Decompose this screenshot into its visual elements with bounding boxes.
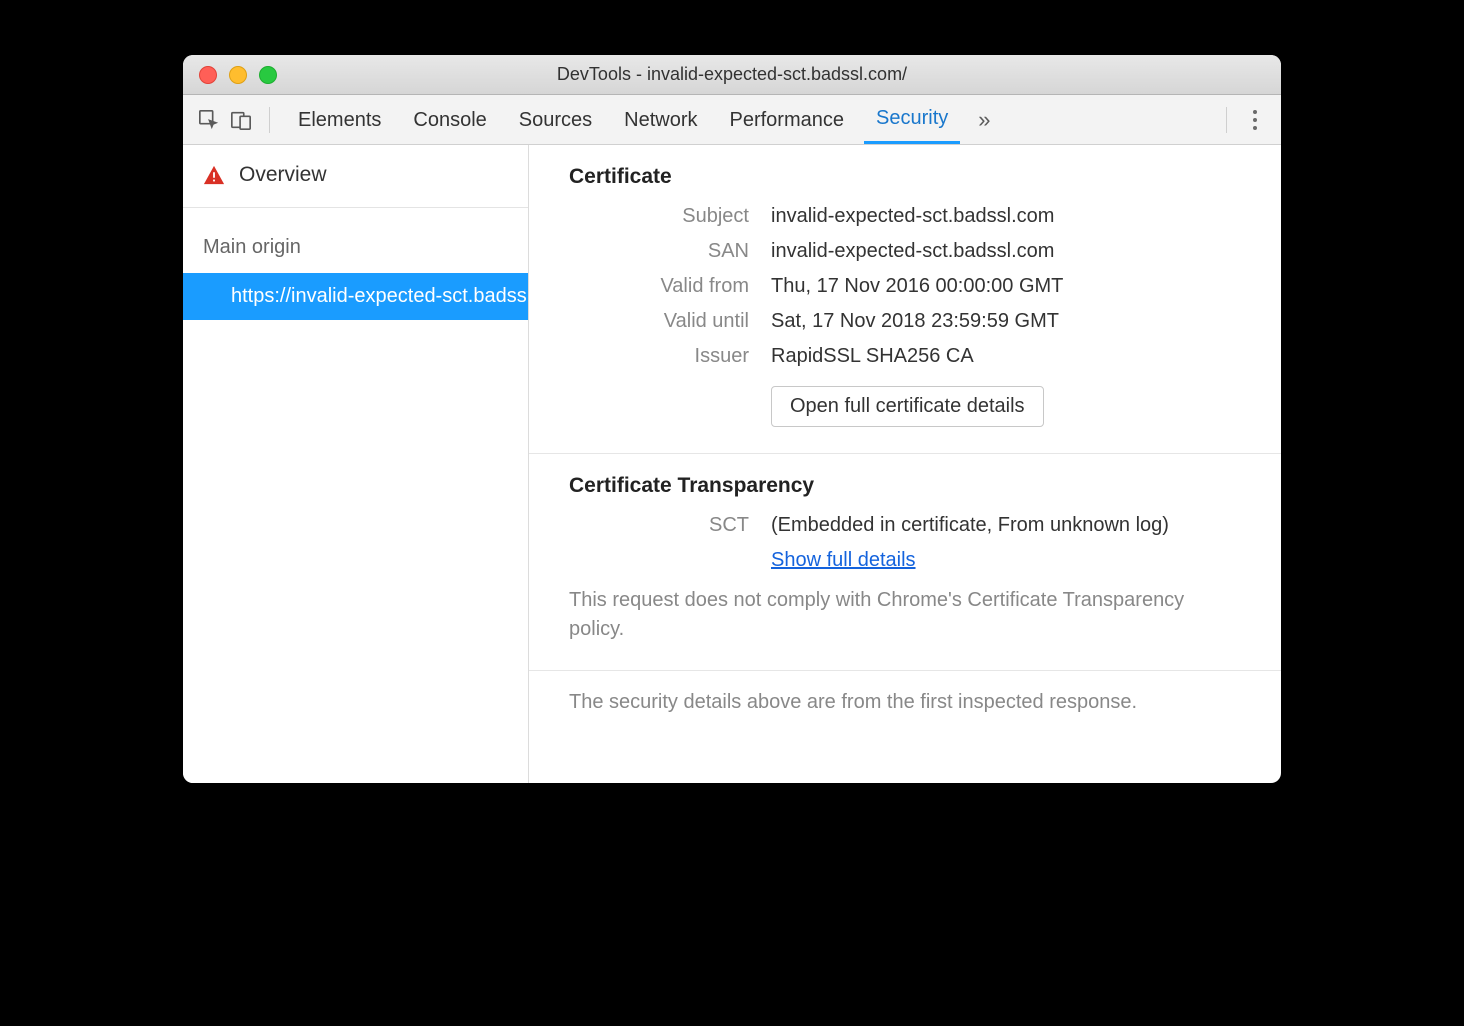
- issuer-label: Issuer: [569, 345, 749, 368]
- tab-sources[interactable]: Sources: [507, 96, 604, 144]
- sidebar-item-origin[interactable]: https://invalid-expected-sct.badssl.com: [183, 273, 528, 320]
- sidebar-section-label: Main origin: [183, 208, 528, 273]
- more-tabs-icon[interactable]: »: [968, 107, 1000, 133]
- minimize-icon[interactable]: [229, 66, 247, 84]
- sidebar: Overview Main origin https://invalid-exp…: [183, 145, 529, 783]
- san-value: invalid-expected-sct.badssl.com: [771, 240, 1241, 263]
- valid-until-value: Sat, 17 Nov 2018 23:59:59 GMT: [771, 310, 1241, 333]
- sct-label: SCT: [569, 514, 749, 537]
- sct-value: (Embedded in certificate, From unknown l…: [771, 514, 1241, 537]
- subject-label: Subject: [569, 205, 749, 228]
- ct-noncompliance-note: This request does not comply with Chrome…: [569, 586, 1241, 644]
- toolbar: Elements Console Sources Network Perform…: [183, 95, 1281, 145]
- close-icon[interactable]: [199, 66, 217, 84]
- menu-icon[interactable]: [1243, 110, 1267, 130]
- tab-performance[interactable]: Performance: [718, 96, 857, 144]
- inspect-icon[interactable]: [197, 108, 221, 132]
- panel-body: Overview Main origin https://invalid-exp…: [183, 145, 1281, 783]
- titlebar: DevTools - invalid-expected-sct.badssl.c…: [183, 55, 1281, 95]
- tab-console[interactable]: Console: [401, 96, 498, 144]
- certificate-section: Certificate Subject invalid-expected-sct.…: [529, 145, 1281, 454]
- valid-until-label: Valid until: [569, 310, 749, 333]
- tab-security[interactable]: Security: [864, 96, 960, 144]
- device-toggle-icon[interactable]: [229, 108, 253, 132]
- separator: [269, 107, 270, 133]
- valid-from-label: Valid from: [569, 275, 749, 298]
- subject-value: invalid-expected-sct.badssl.com: [771, 205, 1241, 228]
- issuer-value: RapidSSL SHA256 CA: [771, 345, 1241, 368]
- sidebar-item-overview[interactable]: Overview: [183, 145, 528, 208]
- ct-title: Certificate Transparency: [569, 474, 1241, 498]
- window-title: DevTools - invalid-expected-sct.badssl.c…: [183, 64, 1281, 85]
- warning-triangle-icon: [203, 164, 225, 186]
- certificate-title: Certificate: [569, 165, 1241, 189]
- main-panel: Certificate Subject invalid-expected-sct.…: [529, 145, 1281, 783]
- open-certificate-details-button[interactable]: Open full certificate details: [771, 386, 1044, 427]
- ct-section: Certificate Transparency SCT (Embedded in…: [529, 454, 1281, 671]
- san-label: SAN: [569, 240, 749, 263]
- tab-network[interactable]: Network: [612, 96, 709, 144]
- overview-label: Overview: [239, 163, 327, 187]
- footer-note: The security details above are from the …: [529, 671, 1281, 734]
- show-full-details-link[interactable]: Show full details: [771, 549, 916, 571]
- origin-url: https://invalid-expected-sct.badssl.com: [231, 285, 528, 308]
- devtools-window: DevTools - invalid-expected-sct.badssl.c…: [183, 55, 1281, 783]
- valid-from-value: Thu, 17 Nov 2016 00:00:00 GMT: [771, 275, 1241, 298]
- tab-elements[interactable]: Elements: [286, 96, 393, 144]
- separator: [1226, 107, 1227, 133]
- maximize-icon[interactable]: [259, 66, 277, 84]
- traffic-lights: [183, 66, 277, 84]
